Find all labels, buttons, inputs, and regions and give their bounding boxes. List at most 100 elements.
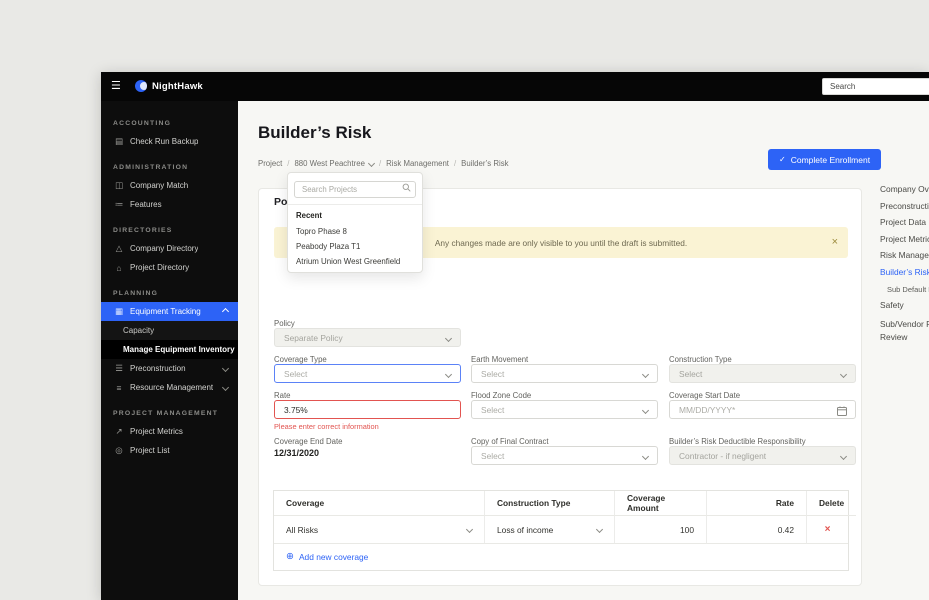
copy-of-final-contract-select[interactable]: Select [471, 446, 658, 465]
coverage-type-label: Coverage Type [274, 355, 327, 364]
app-window: ☰ NightHawk ACCOUNTING ▤ Check Run Backu… [101, 72, 929, 600]
column-header-construction-type: Construction Type [484, 491, 614, 516]
sidebar-item-label: Company Directory [130, 244, 198, 253]
complete-enrollment-button[interactable]: ✓ Complete Enrollment [768, 149, 881, 170]
rate-label: Rate [274, 391, 290, 400]
chart-icon: ▤ [113, 136, 125, 147]
breadcrumb-project[interactable]: Project [258, 159, 282, 168]
project-option[interactable]: Topro Phase 8 [288, 224, 422, 239]
coverage-table-header: Coverage Construction Type Coverage Amou… [274, 491, 848, 516]
draft-notice-text: Any changes made are only visible to you… [409, 238, 713, 248]
project-search-input[interactable] [294, 181, 416, 198]
add-new-coverage-label: Add new coverage [299, 552, 368, 562]
sidebar-subitem-capacity[interactable]: Capacity [101, 321, 238, 340]
earth-movement-value: Select [481, 369, 648, 379]
rail-item-project-metrics[interactable]: Project Metrics [880, 235, 929, 245]
hamburger-icon[interactable]: ☰ [111, 79, 121, 93]
rail-item-risk-management[interactable]: Risk Management [880, 251, 929, 261]
project-option[interactable]: Atrium Union West Greenfield [288, 254, 422, 269]
rail-item-builders-risk[interactable]: Builder’s Risk [880, 268, 929, 278]
sidebar-item-project-metrics[interactable]: ↗ Project Metrics [101, 422, 238, 441]
coverage-start-date-input[interactable]: MM/DD/YYYY* [669, 400, 856, 419]
table-row: All Risks Loss of income 100 0.42 × [274, 516, 848, 544]
brand-name: NightHawk [152, 81, 203, 92]
rail-item-project-data[interactable]: Project Data [880, 218, 929, 228]
add-icon: ⊕ [286, 552, 294, 562]
row-construction-type-value: Loss of income [497, 525, 553, 535]
breadcrumb-project-name: 880 West Peachtree [294, 159, 365, 168]
page-title: Builder’s Risk [258, 123, 371, 143]
sidebar-item-label: Features [130, 200, 162, 209]
policy-select: Separate Policy [274, 328, 461, 347]
sidebar-item-project-directory[interactable]: ⌂ Project Directory [101, 258, 238, 277]
sidebar: ACCOUNTING ▤ Check Run Backup ADMINISTRA… [101, 101, 238, 600]
sidebar-item-company-match[interactable]: ◫ Company Match [101, 176, 238, 195]
section-title-administration: ADMINISTRATION [101, 151, 238, 176]
breadcrumb-project-selector[interactable]: 880 West Peachtree [294, 159, 374, 168]
row-coverage-select[interactable]: All Risks [274, 516, 484, 544]
search-input[interactable] [822, 78, 929, 95]
sidebar-item-company-directory[interactable]: △ Company Directory [101, 239, 238, 258]
flood-zone-code-select[interactable]: Select [471, 400, 658, 419]
company-match-icon: ◫ [113, 180, 125, 191]
chevron-down-icon [222, 365, 229, 372]
delete-icon[interactable]: × [825, 524, 831, 535]
sidebar-item-label: Check Run Backup [130, 137, 198, 146]
coverage-type-select[interactable]: Select [274, 364, 461, 383]
policy-label: Policy [274, 319, 295, 328]
coverage-end-date-value: 12/31/2020 [274, 448, 319, 458]
rail-item-company-overview[interactable]: Company Overview [880, 185, 929, 195]
add-new-coverage-link[interactable]: ⊕ Add new coverage [274, 544, 848, 570]
sidebar-item-check-run-backup[interactable]: ▤ Check Run Backup [101, 132, 238, 151]
sidebar-item-equipment-tracking[interactable]: ▦ Equipment Tracking [101, 302, 238, 321]
breadcrumb-risk-management[interactable]: Risk Management [386, 159, 449, 168]
sidebar-item-label: Company Match [130, 181, 188, 190]
company-directory-icon: △ [113, 243, 125, 254]
sidebar-item-resource-management[interactable]: ≡ Resource Management [101, 378, 238, 397]
sidebar-subitem-manage-equipment-inventory[interactable]: Manage Equipment Inventory [101, 340, 238, 359]
sidebar-item-label: Preconstruction [130, 364, 186, 373]
coverage-table: Coverage Construction Type Coverage Amou… [273, 490, 849, 571]
sidebar-item-preconstruction[interactable]: ☰ Preconstruction [101, 359, 238, 378]
column-header-rate: Rate [706, 491, 806, 516]
rate-input[interactable] [274, 400, 461, 419]
column-header-delete: Delete [806, 491, 856, 516]
rail-item-sub-vendor-review[interactable]: Sub/Vendor Performance Review [880, 318, 929, 344]
resource-management-icon: ≡ [113, 383, 125, 393]
sidebar-item-label: Equipment Tracking [130, 307, 201, 316]
rate-error-message: Please enter correct information [274, 422, 379, 431]
search-icon [402, 183, 411, 192]
sidebar-item-label: Capacity [123, 326, 154, 335]
row-construction-type-select[interactable]: Loss of income [484, 516, 614, 544]
breadcrumb-builders-risk: Builder’s Risk [461, 159, 508, 168]
project-list-icon: ◎ [113, 445, 125, 456]
project-option[interactable]: Peabody Plaza T1 [288, 239, 422, 254]
project-metrics-icon: ↗ [113, 426, 125, 437]
close-icon[interactable]: × [832, 236, 838, 248]
topbar: ☰ NightHawk [101, 72, 929, 101]
coverage-start-date-label: Coverage Start Date [669, 391, 740, 400]
coverage-type-value: Select [284, 369, 451, 379]
breadcrumb: Project / 880 West Peachtree / Risk Mana… [258, 159, 509, 168]
row-rate: 0.42 [706, 516, 806, 544]
breadcrumb-separator: / [287, 159, 289, 168]
chevron-up-icon [222, 308, 229, 315]
construction-type-select: Select [669, 364, 856, 383]
column-header-coverage: Coverage [274, 491, 484, 516]
chevron-down-icon [596, 526, 603, 533]
main-content: Builder’s Risk Project / 880 West Peacht… [238, 101, 929, 600]
rail-item-sub-default[interactable]: Sub Default Protection [880, 285, 929, 295]
construction-type-label: Construction Type [669, 355, 732, 364]
rail-item-safety[interactable]: Safety [880, 301, 929, 311]
complete-enrollment-label: Complete Enrollment [791, 155, 870, 165]
section-title-accounting: ACCOUNTING [101, 107, 238, 132]
section-title-project-management: PROJECT MANAGEMENT [101, 397, 238, 422]
flood-zone-code-label: Flood Zone Code [471, 391, 531, 400]
rail-item-preconstruction[interactable]: Preconstruction [880, 202, 929, 212]
sidebar-item-label: Manage Equipment Inventory [123, 345, 235, 354]
check-icon: ✓ [779, 155, 786, 164]
equipment-tracking-icon: ▦ [113, 306, 125, 317]
earth-movement-select[interactable]: Select [471, 364, 658, 383]
sidebar-item-features[interactable]: ≔ Features [101, 195, 238, 214]
sidebar-item-project-list[interactable]: ◎ Project List [101, 441, 238, 460]
